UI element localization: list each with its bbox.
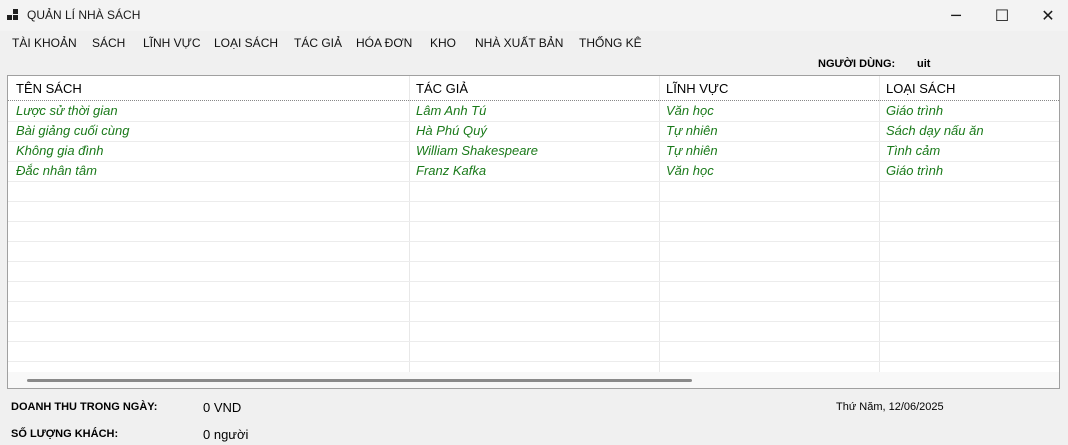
menu-item-books[interactable]: SÁCH xyxy=(92,36,125,50)
window-title: QUẢN LÍ NHÀ SÁCH xyxy=(27,8,141,22)
cell-author: Hà Phú Quý xyxy=(416,123,487,138)
row-divider xyxy=(8,321,1059,322)
cell-type: Giáo trình xyxy=(886,163,944,178)
daily-revenue-value: 0 VND xyxy=(203,400,242,415)
cell-title: Lược sử thời gian xyxy=(16,103,118,118)
cell-field: Tự nhiên xyxy=(666,143,718,158)
title-bar: QUẢN LÍ NHÀ SÁCH ─ ☐ ✕ xyxy=(0,0,1068,31)
row-divider xyxy=(8,161,1059,162)
column-header-title[interactable]: TÊN SÁCH xyxy=(16,81,82,96)
cell-title: Bài giảng cuối cùng xyxy=(16,123,130,138)
table-row[interactable]: Không gia đình William Shakespeare Tự nh… xyxy=(8,141,1059,161)
column-header-author[interactable]: TÁC GIẢ xyxy=(416,81,468,96)
table-row[interactable]: Bài giảng cuối cùng Hà Phú Quý Tự nhiên … xyxy=(8,121,1059,141)
cell-field: Văn học xyxy=(666,103,714,118)
user-label: NGƯỜI DÙNG: xyxy=(818,58,896,70)
close-button[interactable]: ✕ xyxy=(1025,0,1068,31)
row-divider xyxy=(8,261,1059,262)
row-divider xyxy=(8,361,1059,362)
menu-item-publishers[interactable]: NHÀ XUẤT BẢN xyxy=(475,36,563,50)
table-row[interactable]: Đắc nhân tâm Franz Kafka Văn học Giáo tr… xyxy=(8,161,1059,181)
menu-bar: TÀI KHOẢN SÁCH LĨNH VỰC LOẠI SÁCH TÁC GI… xyxy=(0,31,1068,55)
user-name: uit xyxy=(917,58,931,70)
menu-item-account[interactable]: TÀI KHOẢN xyxy=(12,36,77,50)
menu-item-invoices[interactable]: HÓA ĐƠN xyxy=(356,36,412,50)
daily-revenue-label: DOANH THU TRONG NGÀY: xyxy=(11,401,158,413)
customer-count-label: SỐ LƯỢNG KHÁCH: xyxy=(11,428,119,440)
horizontal-scrollbar[interactable] xyxy=(8,372,1059,388)
cell-type: Giáo trình xyxy=(886,103,944,118)
row-divider xyxy=(8,221,1059,222)
close-icon: ✕ xyxy=(1041,6,1055,25)
row-divider xyxy=(8,301,1059,302)
minimize-icon: ─ xyxy=(951,6,961,25)
column-header-field[interactable]: LĨNH VỰC xyxy=(666,81,728,96)
cell-author: Franz Kafka xyxy=(416,163,487,178)
minimize-button[interactable]: ─ xyxy=(933,0,979,31)
current-date: Thứ Năm, 12/06/2025 xyxy=(836,401,944,413)
app-window-icon[interactable] xyxy=(7,9,19,21)
menu-item-fields[interactable]: LĨNH VỰC xyxy=(143,36,201,50)
row-divider xyxy=(8,181,1059,182)
maximize-icon: ☐ xyxy=(994,6,1010,25)
scrollbar-thumb[interactable] xyxy=(27,379,692,382)
cell-title: Đắc nhân tâm xyxy=(16,163,97,178)
cell-field: Văn học xyxy=(666,163,714,178)
row-divider xyxy=(8,141,1059,142)
cell-type: Tình cảm xyxy=(886,143,941,158)
column-header-type[interactable]: LOẠI SÁCH xyxy=(886,81,955,96)
cell-author: William Shakespeare xyxy=(416,143,538,158)
row-divider xyxy=(8,341,1059,342)
menu-item-authors[interactable]: TÁC GIẢ xyxy=(294,36,342,50)
maximize-button[interactable]: ☐ xyxy=(979,0,1025,31)
row-divider xyxy=(8,121,1059,122)
cell-field: Tự nhiên xyxy=(666,123,718,138)
menu-item-warehouse[interactable]: KHO xyxy=(430,36,456,50)
table-row[interactable]: Lược sử thời gian Lâm Anh Tú Văn học Giá… xyxy=(8,101,1059,121)
cell-author: Lâm Anh Tú xyxy=(416,103,487,118)
row-divider xyxy=(8,281,1059,282)
menu-item-book-types[interactable]: LOẠI SÁCH xyxy=(214,36,278,50)
row-divider xyxy=(8,201,1059,202)
cell-title: Không gia đình xyxy=(16,143,104,158)
row-divider xyxy=(8,241,1059,242)
menu-item-statistics[interactable]: THỐNG KÊ xyxy=(579,36,642,50)
customer-count-value: 0 người xyxy=(203,427,249,442)
table-header: TÊN SÁCH TÁC GIẢ LĨNH VỰC LOẠI SÁCH xyxy=(8,76,1059,101)
books-table[interactable]: TÊN SÁCH TÁC GIẢ LĨNH VỰC LOẠI SÁCH Lược… xyxy=(7,75,1060,389)
cell-type: Sách dạy nấu ăn xyxy=(886,123,984,138)
